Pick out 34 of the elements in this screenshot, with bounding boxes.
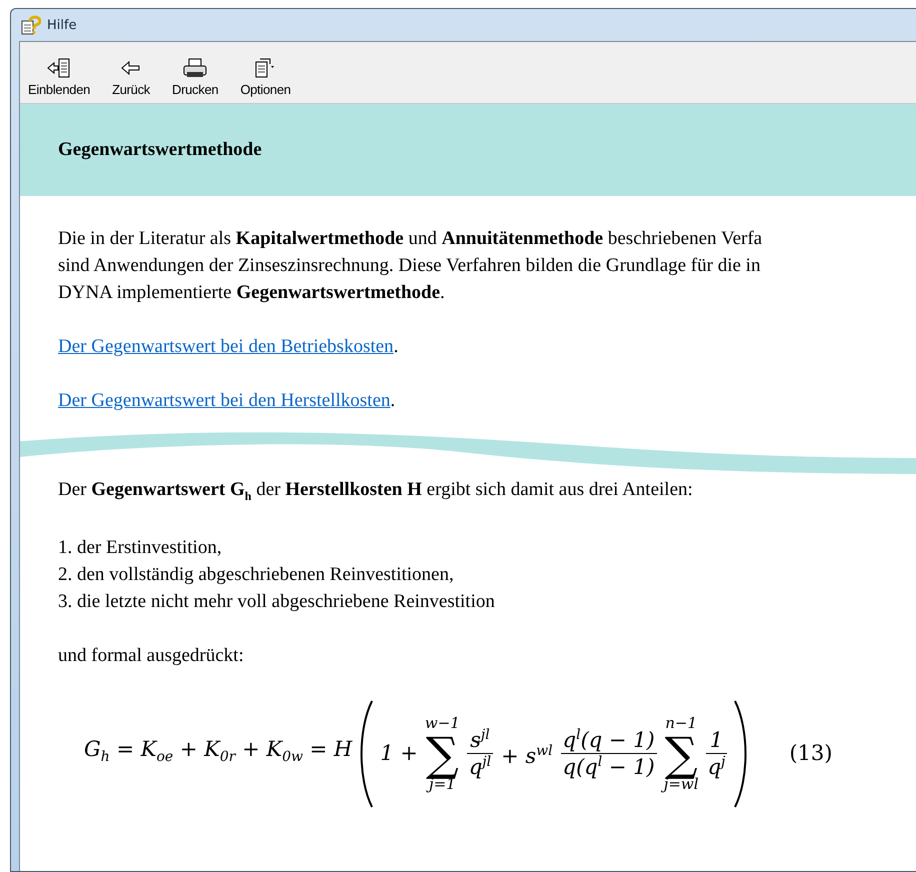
fraction-denominator: q$^{jl}$ <box>466 753 494 780</box>
topic-title: Gegenwartswertmethode <box>58 139 262 161</box>
formula-term: + s$^{wl}$ <box>500 742 554 770</box>
formula-term: 1 + <box>379 740 419 768</box>
toolbar-button[interactable]: Einblenden <box>22 57 96 97</box>
topic-link[interactable]: Der Gegenwartswert bei den Herstellkosten <box>58 390 390 411</box>
sum-lower-limit: j=wl <box>664 776 699 792</box>
toolbar-button[interactable]: Drucken <box>166 57 224 97</box>
sum-upper-limit: w−1 <box>424 716 460 731</box>
body-sentence: Der Gegenwartswert G$_{h}$ der Herstellkosten H ergibt sich damit aus drei Anteilen: <box>58 478 693 505</box>
print-icon <box>181 57 210 79</box>
fraction-denominator: q(q$^{l}$ − 1) <box>560 753 657 780</box>
list-item: 3. die letzte nicht mehr voll abgeschriebene Reinvestition <box>58 590 495 614</box>
fraction-numerator: q$^{l}$(q − 1) <box>562 727 656 754</box>
intro-paragraph: Die in der Literatur als Kapitalwertmethode und Annuitätenmethode beschriebenen Verfa sind Anwendungen der Zinseszinsrechnung. Diese Verfahren bilden die Grundlage für die in DYNA implementierte Gegenwartswertmethode. <box>58 227 762 305</box>
body-sentence: und formal ausgedrückt: <box>58 644 244 668</box>
list-item: 2. den vollständig abgeschriebenen Reinvestitionen, <box>58 562 455 587</box>
fraction-denominator: q$^{j}$ <box>706 752 728 780</box>
sum-symbol: ∑ <box>664 730 698 777</box>
link-sentence: Der Gegenwartswert bei den Betriebskosten. <box>58 335 398 359</box>
link-sentence: Der Gegenwartswert bei den Herstellkosten. <box>58 389 396 413</box>
fraction-numerator: s$^{jl}$ <box>469 727 491 754</box>
formula-term: G$_{h}$ = K$_{oe}$ + K$_{0r}$ + K$_{0w}$ = H <box>83 736 354 768</box>
toolbar-button[interactable]: Zurück <box>106 57 156 97</box>
toolbar-button[interactable]: Optionen <box>234 57 297 97</box>
topic-link[interactable]: Der Gegenwartswert bei den Betriebskosten <box>58 336 394 357</box>
sum-symbol: ∑ <box>426 730 459 777</box>
help-icon <box>21 15 41 35</box>
sum-upper-limit: n−1 <box>665 716 698 731</box>
list-item: 1. der Erstinvestition, <box>58 536 223 560</box>
window-title: Hilfe <box>47 18 77 32</box>
sidebar-show-icon <box>46 57 72 79</box>
equation-number: (13) <box>789 740 832 768</box>
fraction-numerator: 1 <box>708 728 724 753</box>
